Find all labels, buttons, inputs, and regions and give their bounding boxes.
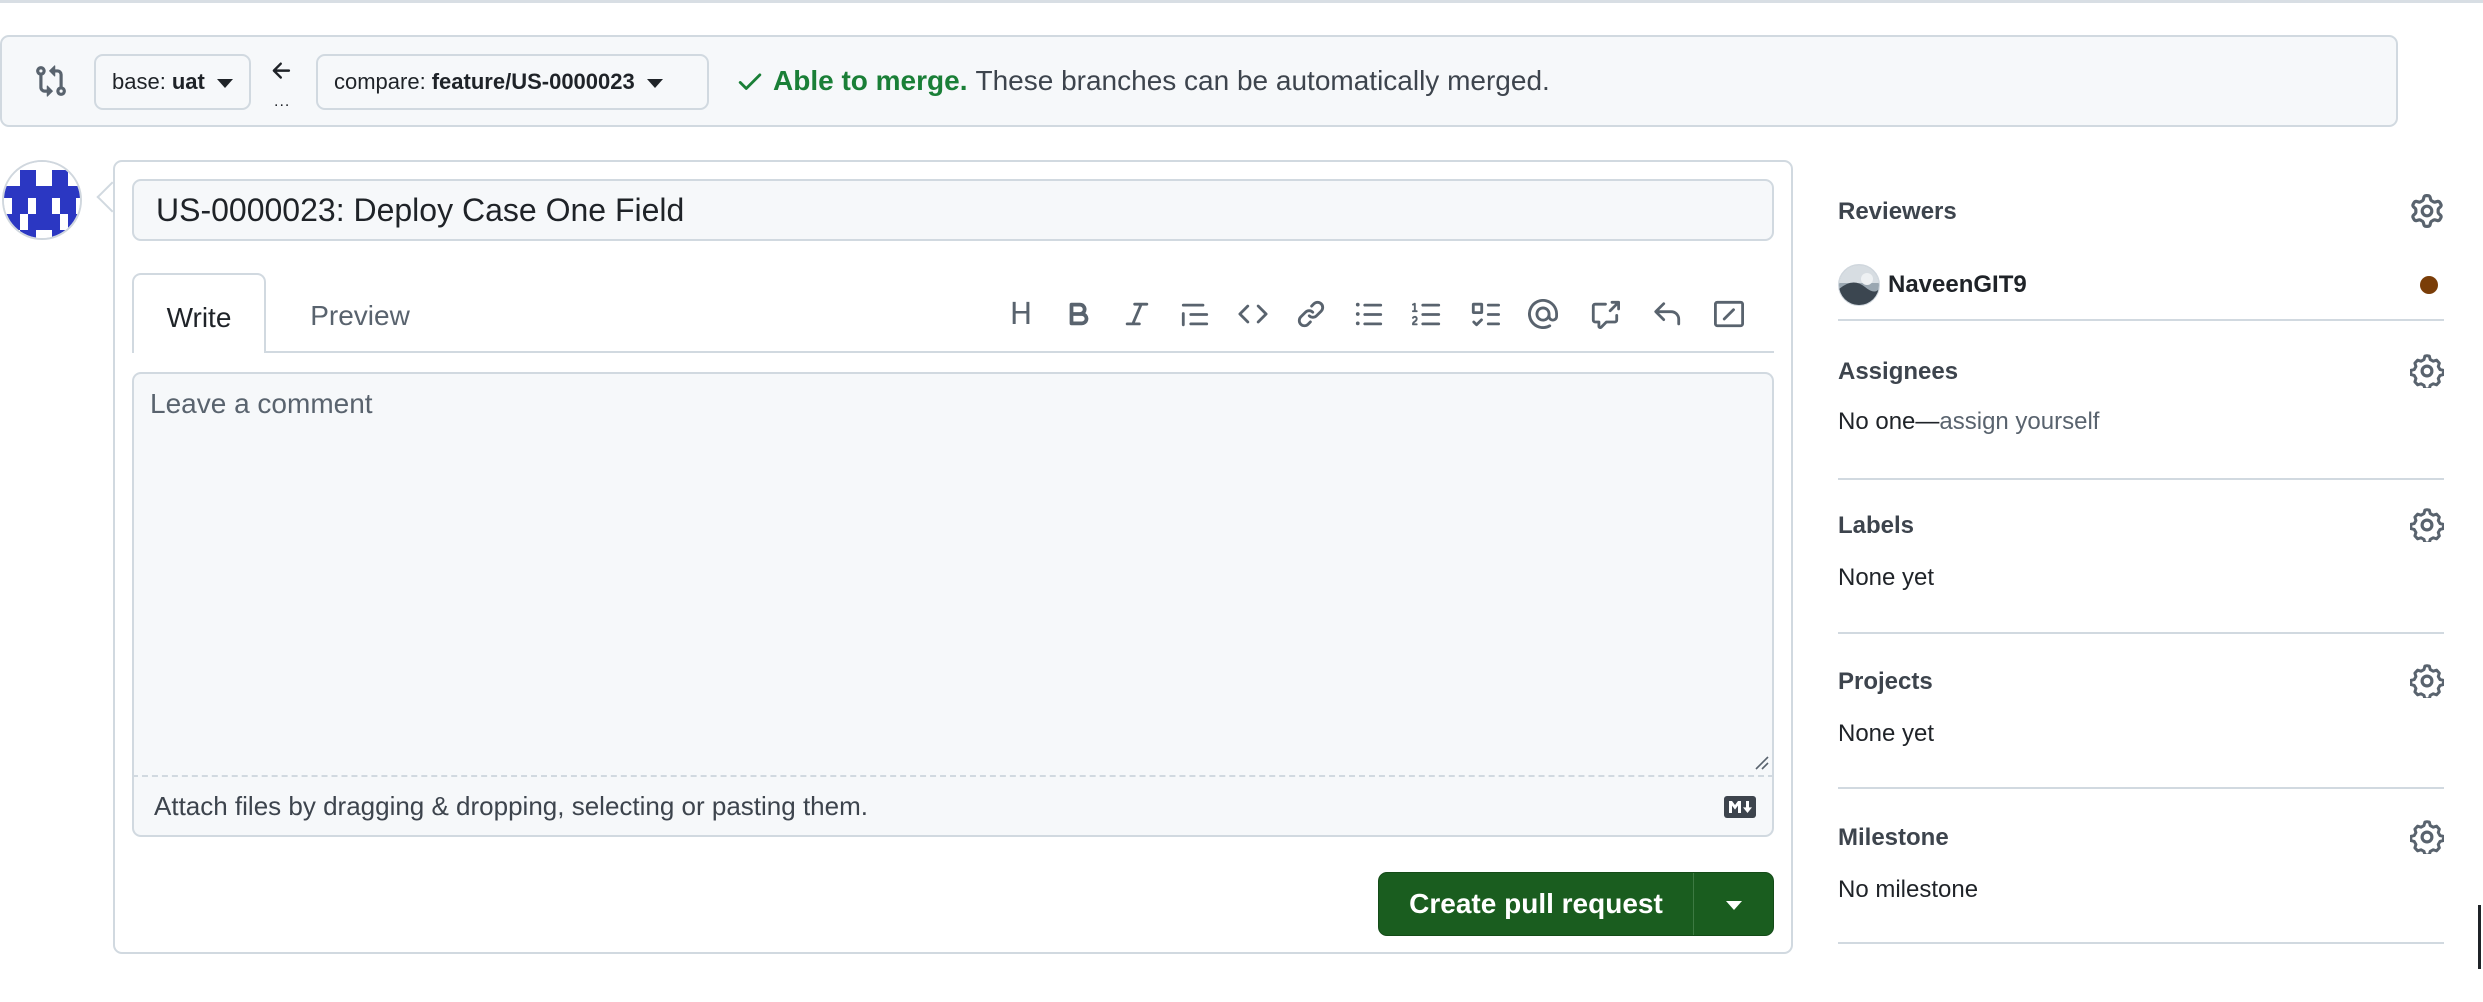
comment-placeholder: Leave a comment — [150, 388, 373, 419]
reviewer-photo-icon — [1839, 265, 1879, 305]
sidebar-divider — [1838, 478, 2444, 480]
gear-icon[interactable] — [2410, 194, 2444, 228]
gear-icon[interactable] — [2410, 664, 2444, 698]
merge-status-title: Able to merge. — [773, 65, 968, 96]
merge-status-detail: These branches can be automatically merg… — [975, 65, 1550, 96]
assignees-heading: Assignees — [1838, 358, 1959, 385]
milestone-value: No milestone — [1838, 876, 1979, 903]
labels-value: None yet — [1838, 564, 1935, 591]
saved-reply-icon[interactable] — [1646, 293, 1688, 335]
tab-preview[interactable]: Preview — [290, 273, 430, 353]
quote-icon[interactable] — [1174, 293, 1216, 335]
assignees-empty-text: No one— — [1838, 408, 1940, 435]
reviewer-name: NaveenGIT9 — [1888, 271, 2027, 298]
top-divider — [0, 0, 2483, 3]
projects-heading: Projects — [1838, 668, 1933, 695]
review-pending-status-icon — [2420, 276, 2438, 294]
sidebar-divider — [1838, 942, 2444, 944]
gear-icon[interactable] — [2410, 820, 2444, 854]
compare-branch-select[interactable]: compare: feature/US-0000023 — [316, 54, 709, 110]
chevron-down-icon — [216, 78, 233, 88]
attach-files-bar[interactable]: Attach files by dragging & dropping, sel… — [132, 775, 1774, 837]
assignees-value: No one—assign yourself — [1838, 408, 2099, 436]
link-icon[interactable] — [1290, 293, 1332, 335]
assign-yourself-link[interactable]: assign yourself — [1939, 408, 2099, 435]
base-branch-select[interactable]: base: uat — [94, 54, 251, 110]
projects-value: None yet — [1838, 720, 1935, 747]
identicon-icon — [4, 162, 80, 238]
chevron-down-icon — [1725, 900, 1742, 910]
code-icon[interactable] — [1232, 293, 1274, 335]
arrow-left-icon — [272, 62, 291, 79]
italic-icon[interactable] — [1116, 293, 1158, 335]
heading-icon[interactable]: H — [1000, 293, 1042, 335]
ordered-list-icon[interactable] — [1406, 293, 1448, 335]
gear-icon[interactable] — [2410, 508, 2444, 542]
sidebar-divider — [1838, 632, 2444, 634]
task-list-icon[interactable] — [1464, 293, 1506, 335]
labels-heading: Labels — [1838, 512, 1915, 539]
create-options-dropdown[interactable] — [1694, 873, 1773, 935]
cross-reference-icon[interactable] — [1584, 293, 1626, 335]
text-cursor — [2478, 905, 2481, 969]
chevron-down-icon — [646, 78, 663, 88]
resize-handle-icon[interactable] — [1752, 753, 1770, 771]
base-branch-label: base: — [112, 69, 166, 94]
slash-command-icon[interactable] — [1708, 293, 1750, 335]
reviewers-heading: Reviewers — [1838, 198, 1957, 225]
compare-branches-bar: base: uat ... compare: feature/US-000002… — [0, 35, 2398, 127]
tab-write[interactable]: Write — [132, 273, 266, 353]
markdown-icon[interactable] — [1724, 796, 1756, 818]
avatar[interactable] — [2, 160, 82, 240]
create-pull-request-button[interactable]: Create pull request — [1379, 873, 1693, 935]
milestone-heading: Milestone — [1838, 824, 1949, 851]
gear-icon[interactable] — [2410, 354, 2444, 388]
pr-title-input[interactable]: US-0000023: Deploy Case One Field — [132, 179, 1774, 241]
unordered-list-icon[interactable] — [1348, 293, 1390, 335]
comment-textarea[interactable]: Leave a comment — [132, 372, 1774, 775]
compare-branch-value: feature/US-0000023 — [431, 69, 635, 94]
compare-branch-label: compare: — [334, 69, 426, 94]
bold-icon[interactable] — [1058, 293, 1100, 335]
sidebar-divider — [1838, 319, 2444, 321]
merge-status: Able to merge. These branches can be aut… — [735, 65, 1550, 97]
reviewer-avatar — [1838, 264, 1880, 306]
create-pull-request-button-group: Create pull request — [1378, 872, 1774, 936]
reviewer-item[interactable]: NaveenGIT9 — [1838, 264, 2027, 306]
check-icon — [738, 73, 762, 90]
arrow-dots: ... — [274, 93, 291, 110]
mention-icon[interactable] — [1522, 293, 1564, 335]
attach-files-text: Attach files by dragging & dropping, sel… — [154, 791, 868, 821]
git-compare-icon — [36, 65, 66, 97]
base-branch-value: uat — [171, 69, 205, 94]
sidebar-divider — [1838, 787, 2444, 789]
